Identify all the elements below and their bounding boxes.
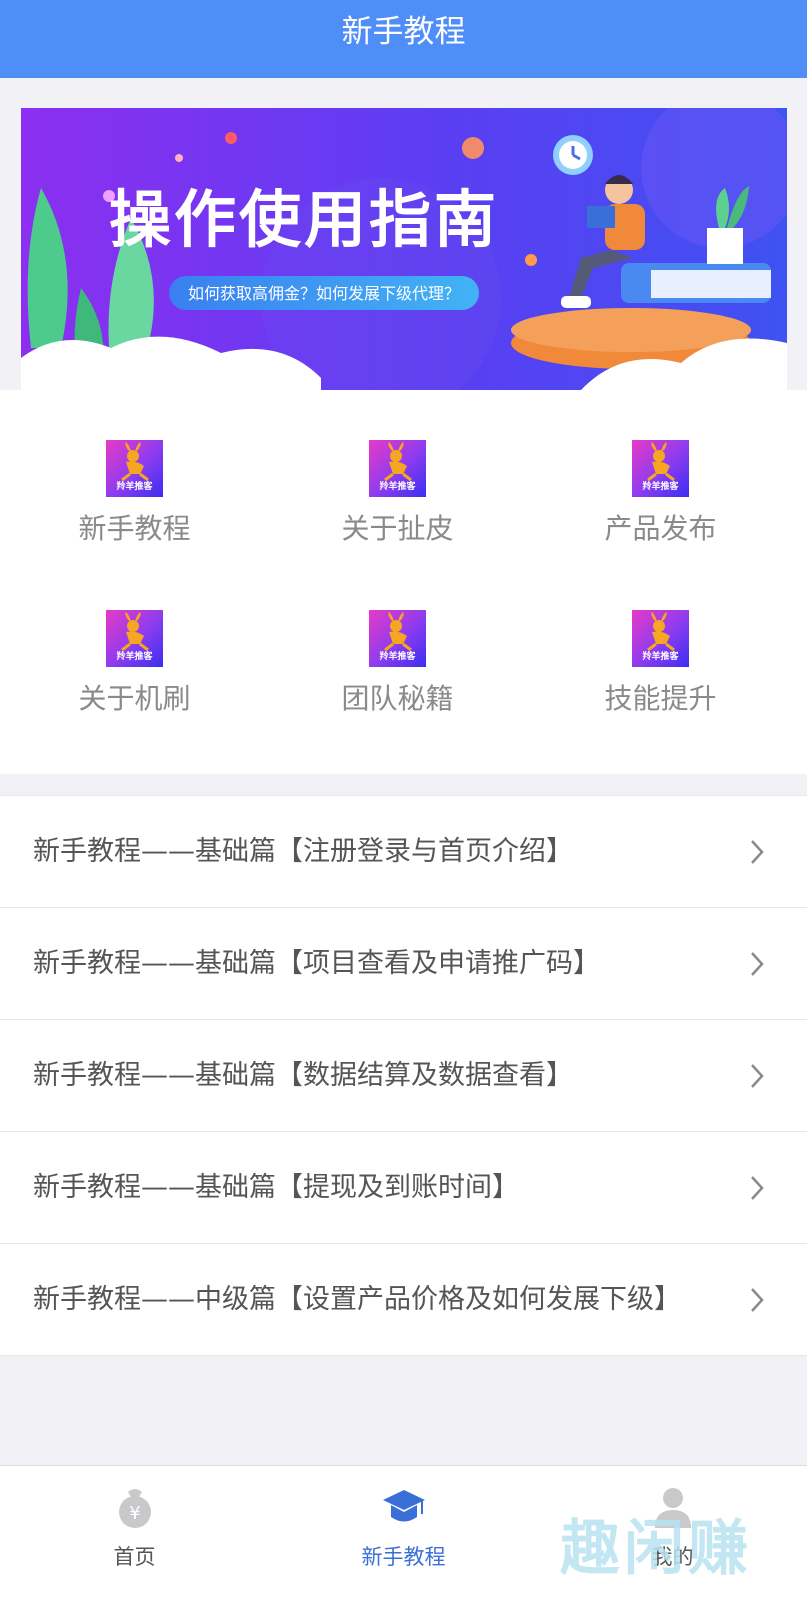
list-item-title: 新手教程——基础篇【提现及到账时间】 [33, 1172, 519, 1203]
tutorial-banner[interactable]: 操作使用指南 如何获取高佣金？如何发展下级代理？ [21, 108, 787, 390]
tab-label: 首页 [113, 1545, 156, 1569]
grid-item-beginner-tutorial[interactable]: 羚羊推客 新手教程 [0, 390, 269, 545]
grid-item-label: 团队秘籍 [341, 682, 454, 715]
chevron-right-icon [751, 840, 764, 864]
grid-item-label: 关于扯皮 [341, 512, 454, 545]
grid-item-skill-upgrade[interactable]: 羚羊推客 技能提升 [526, 560, 795, 715]
chevron-right-icon [751, 1064, 764, 1088]
tab-label: 新手教程 [361, 1545, 446, 1569]
grid-item-label: 新手教程 [78, 512, 191, 545]
chevron-right-icon [751, 952, 764, 976]
list-item[interactable]: 新手教程——基础篇【提现及到账时间】 [0, 1132, 807, 1244]
list-item-title: 新手教程——基础篇【注册登录与首页介绍】 [33, 836, 573, 867]
antelope-logo-icon: 羚羊推客 [369, 610, 426, 667]
banner-subtitle: 如何获取高佣金？如何发展下级代理？ [188, 284, 460, 303]
tutorial-list: 新手教程——基础篇【注册登录与首页介绍】 新手教程——基础篇【项目查看及申请推广… [0, 795, 807, 1356]
list-item[interactable]: 新手教程——中级篇【设置产品价格及如何发展下级】 [0, 1244, 807, 1356]
grid-item-about-bot-clicks[interactable]: 羚羊推客 关于机刷 [0, 560, 269, 715]
list-item[interactable]: 新手教程——基础篇【项目查看及申请推广码】 [0, 908, 807, 1020]
grid-item-label: 产品发布 [604, 512, 717, 545]
money-bag-icon: ¥ [119, 1489, 151, 1528]
list-item-title: 新手教程——中级篇【设置产品价格及如何发展下级】 [33, 1284, 681, 1315]
list-item[interactable]: 新手教程——基础篇【数据结算及数据查看】 [0, 1020, 807, 1132]
svg-text:¥: ¥ [129, 1503, 140, 1524]
grid-item-team-secrets[interactable]: 羚羊推客 团队秘籍 [263, 560, 532, 715]
banner-container: 操作使用指南 如何获取高佣金？如何发展下级代理？ [0, 78, 807, 390]
antelope-logo-icon: 羚羊推客 [369, 440, 426, 497]
grid-item-product-publish[interactable]: 羚羊推客 产品发布 [526, 390, 795, 545]
chevron-right-icon [751, 1288, 764, 1312]
list-item-title: 新手教程——基础篇【数据结算及数据查看】 [33, 1060, 573, 1091]
page-header: 新手教程 [0, 0, 807, 78]
tab-home[interactable]: ¥ 首页 [0, 1466, 269, 1601]
antelope-logo-icon: 羚羊推客 [632, 440, 689, 497]
grid-item-label: 技能提升 [604, 682, 717, 715]
banner-headline: 操作使用指南 [109, 183, 499, 256]
list-item-title: 新手教程——基础篇【项目查看及申请推广码】 [33, 948, 600, 979]
watermark-logo: 趣闲赚 [560, 1514, 752, 1584]
grid-item-label: 关于机刷 [78, 682, 191, 715]
tab-tutorial[interactable]: 新手教程 [269, 1466, 538, 1601]
graduation-cap-icon [383, 1490, 425, 1522]
list-item[interactable]: 新手教程——基础篇【注册登录与首页介绍】 [0, 796, 807, 908]
antelope-logo-icon: 羚羊推客 [632, 610, 689, 667]
grid-item-about-disputes[interactable]: 羚羊推客 关于扯皮 [263, 390, 532, 545]
antelope-logo-icon: 羚羊推客 [106, 610, 163, 667]
chevron-right-icon [751, 1176, 764, 1200]
category-grid: 羚羊推客 新手教程 羚羊推客 关于扯皮 羚羊推客 产品发布 羚羊推客 关于机刷 … [0, 390, 807, 774]
antelope-logo-icon: 羚羊推客 [106, 440, 163, 497]
page-title: 新手教程 [341, 14, 466, 50]
